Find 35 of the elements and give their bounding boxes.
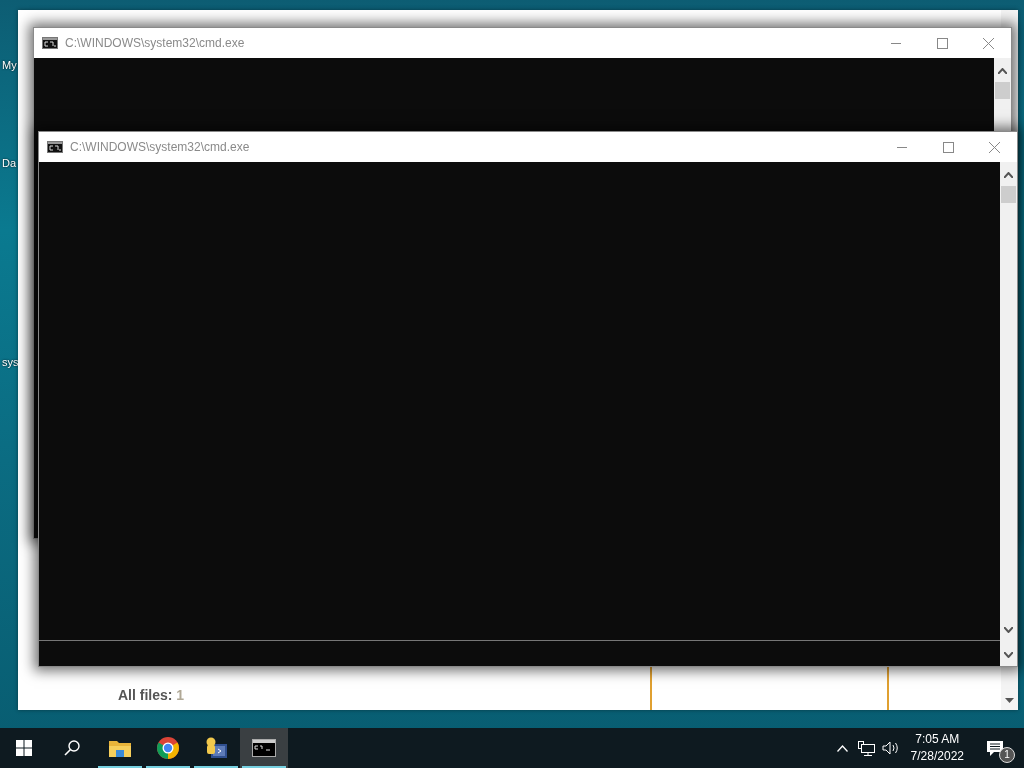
desktop-icon-label[interactable]: Da [2,155,17,172]
scroll-thumb[interactable] [995,82,1010,99]
taskbar-app-button[interactable] [240,728,288,768]
desktop-icon-label[interactable]: sys [2,354,19,371]
close-icon[interactable] [988,141,1000,153]
window-title: C:\WINDOWS\system32\cmd.exe [65,35,246,52]
notification-count-badge: 1 [999,747,1015,763]
scroll-down-icon[interactable] [1004,626,1013,633]
folder-icon [108,738,132,758]
network-icon[interactable] [858,740,876,756]
minimize-icon[interactable] [891,42,901,44]
volume-icon[interactable] [881,741,900,755]
start-icon[interactable] [16,740,32,756]
scroll-down-icon[interactable] [1004,651,1013,658]
console-icon [42,37,58,49]
browser-icon [156,736,180,760]
scroll-down-icon[interactable] [1005,698,1014,703]
scrollbar[interactable] [1000,162,1017,666]
files-count-text: All files: 1 [118,686,185,705]
close-icon[interactable] [982,37,994,49]
window-title: C:\WINDOWS\system32\cmd.exe [70,139,251,156]
terminal-icon [252,739,276,757]
search-icon[interactable] [64,740,80,756]
minimize-icon[interactable] [897,146,907,148]
maximize-icon[interactable] [942,141,954,153]
desktop-icon-label[interactable]: My [2,57,17,74]
scroll-thumb[interactable] [1001,186,1016,203]
console-icon [47,141,63,153]
editor-icon [204,736,228,760]
notification-icon[interactable] [987,740,1003,756]
maximize-icon[interactable] [936,37,948,49]
scroll-up-icon[interactable] [1004,171,1013,178]
clock[interactable]: 7:05 AM 7/28/2022 [902,731,972,765]
scroll-up-icon[interactable] [998,67,1007,74]
chevron-up-icon[interactable] [837,744,849,752]
